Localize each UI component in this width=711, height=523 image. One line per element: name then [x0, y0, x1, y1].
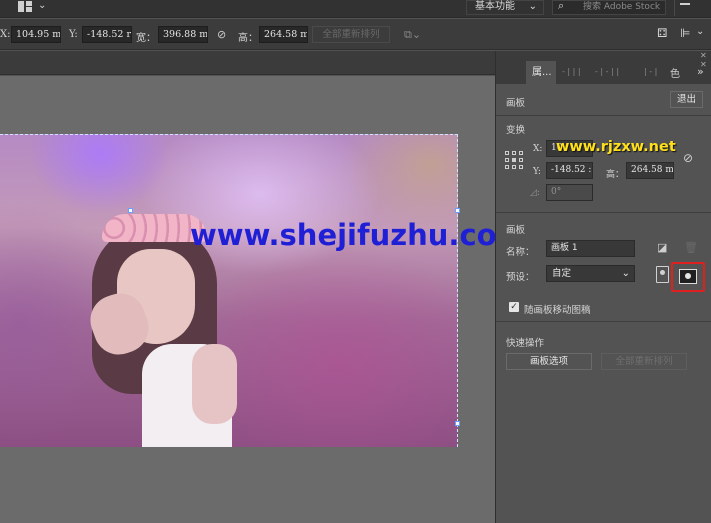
tab-other[interactable]: - | - | | [595, 67, 619, 76]
stock-search-placeholder: 搜索 Adobe Stock [583, 2, 661, 12]
panel-tab-bar: ✕ ✕ 属... - | | | - | - | | | - | 色 » [496, 51, 711, 84]
tab-properties[interactable]: 属... [526, 61, 556, 84]
divider [496, 115, 711, 116]
artboard-handle[interactable] [455, 208, 460, 213]
tab-other[interactable]: - | | | [562, 67, 581, 76]
y-field[interactable]: -148.52 r [82, 26, 132, 43]
move-with-artboard-label: 随画板移动图稿 [524, 305, 591, 316]
portrait-orientation-icon[interactable] [656, 266, 669, 283]
constrain-proportions-icon[interactable]: ⊘ [217, 28, 233, 41]
workspace-label: 基本功能 [475, 1, 515, 12]
chevron-down-icon: ⌄ [528, 1, 537, 12]
preset-select[interactable]: 自定 ⌄ [546, 265, 635, 282]
rearrange-all-button[interactable]: 全部重新排列 [601, 353, 687, 370]
control-bar: X: 104.95 m Y: -148.52 r 宽： 396.88 m ⊘ 高… [0, 19, 711, 50]
artboard-title: 画板 [506, 225, 526, 236]
align-icon[interactable]: ⚃ [657, 26, 667, 40]
x-label: X: [533, 144, 543, 154]
x-label: X: [0, 29, 11, 40]
landscape-orientation-button[interactable] [671, 262, 705, 292]
divider [496, 321, 711, 322]
y-label: Y: [69, 29, 78, 40]
artboard-name-field[interactable]: 画板 1 [546, 240, 635, 257]
quick-actions-title: 快速操作 [506, 338, 545, 349]
artboard-options-icon[interactable]: ⧉⌄ [404, 28, 421, 42]
rearrange-all-button[interactable]: 全部重新排列 [312, 26, 390, 43]
move-with-artboard-checkbox[interactable]: ✓ [509, 302, 519, 312]
constrain-proportions-icon[interactable]: ⊘ [683, 151, 693, 165]
new-artboard-icon[interactable]: ◪ [657, 241, 667, 254]
workspace-switcher[interactable]: 基本功能 ⌄ [466, 0, 544, 15]
x-field[interactable]: 104.95 m [11, 26, 61, 43]
transform-icon[interactable]: ⊫ [680, 26, 690, 40]
width-field[interactable]: 396.88 m [158, 26, 208, 43]
artboard-handle[interactable] [128, 208, 133, 213]
artboard-options-button[interactable]: 画板选项 [506, 353, 592, 370]
divider [674, 0, 675, 16]
height-field[interactable]: 264.58 m [259, 26, 308, 43]
artboard-section-title: 画板 [506, 98, 526, 109]
artboard-image[interactable] [0, 134, 458, 447]
top-bar: ⌄ 基本功能 ⌄ ⌕ 搜索 Adobe Stock [0, 0, 711, 18]
watermark-text-small: www.rjzxw.net [556, 139, 676, 155]
y-label: Y: [533, 167, 541, 177]
transform-title: 变换 [506, 125, 526, 136]
preset-label: 预设： [506, 272, 535, 283]
chevron-down-icon: ⌄ [621, 268, 630, 279]
rotate-label: ◿: [530, 188, 540, 198]
panel-expand-icon[interactable]: » [697, 65, 704, 78]
preset-value: 自定 [552, 268, 572, 279]
chevron-down-icon[interactable]: ⌄ [696, 26, 704, 37]
properties-panel: ✕ ✕ 属... - | | | - | - | | | - | 色 » 画板 … [495, 51, 711, 523]
trash-icon[interactable]: 🗑 [684, 241, 698, 254]
stock-search-input[interactable]: ⌕ 搜索 Adobe Stock [552, 0, 666, 15]
name-label: 名称： [506, 247, 535, 258]
divider [496, 212, 711, 213]
workspace-layout-icon[interactable] [18, 1, 32, 12]
rotate-field[interactable]: 0° [546, 184, 593, 201]
exit-button[interactable]: 退出 [670, 91, 703, 108]
height-label: 高： [238, 33, 258, 44]
height-label: 高： [606, 170, 625, 180]
minimize-icon[interactable] [680, 3, 690, 5]
tab-other[interactable]: | - | [644, 67, 657, 76]
document-tab-strip [0, 51, 495, 75]
tab-color[interactable]: 色 [670, 65, 680, 80]
reference-point-icon[interactable] [505, 151, 523, 169]
height-field[interactable]: 264.58 m [626, 162, 674, 179]
landscape-icon [679, 269, 697, 284]
watermark-text: www.shejifuzhu.com [190, 218, 527, 252]
artboard-handle[interactable] [455, 421, 460, 426]
chevron-down-icon[interactable]: ⌄ [38, 0, 46, 11]
y-field[interactable]: -148.52 : [546, 162, 593, 179]
width-label: 宽： [136, 33, 156, 44]
search-icon: ⌕ [558, 0, 565, 12]
